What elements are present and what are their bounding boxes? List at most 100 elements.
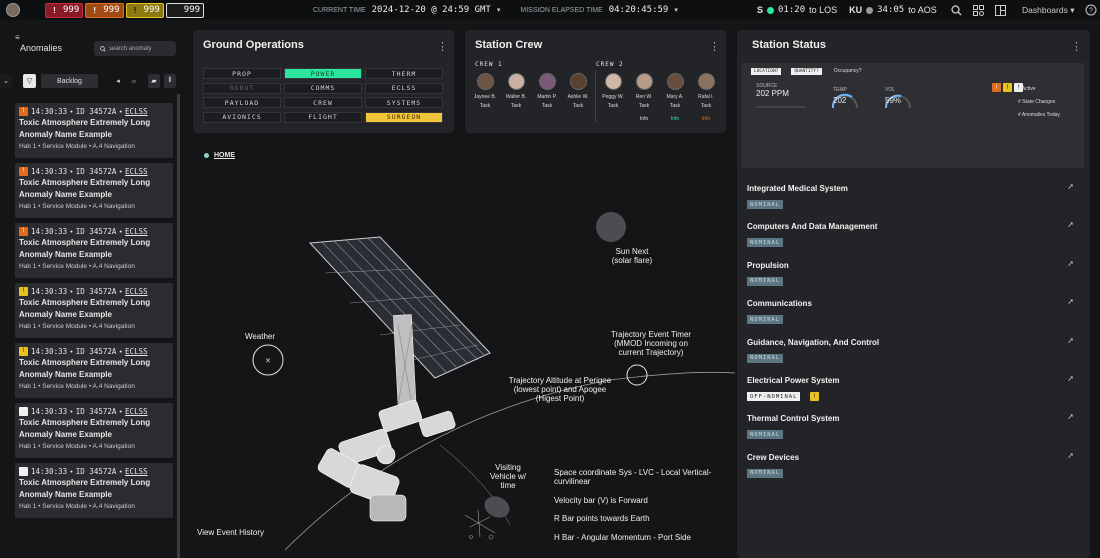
columns-icon[interactable]: ⫴ bbox=[164, 74, 176, 88]
system-row[interactable]: Guidance, Navigation, And Control ➚ NOMINA… bbox=[743, 333, 1080, 368]
ops-cell-flight[interactable]: FLIGHT bbox=[284, 111, 362, 123]
search-icon[interactable] bbox=[950, 4, 962, 16]
current-time-label: CURRENT TIME bbox=[313, 6, 366, 14]
alarm-counter[interactable]: 999 bbox=[165, 2, 205, 18]
view-event-history-link[interactable]: View Event History bbox=[197, 528, 277, 537]
ops-cell-crew[interactable]: CREW bbox=[284, 97, 362, 108]
svg-text:✕: ✕ bbox=[265, 357, 271, 365]
aos-status-dot bbox=[866, 6, 874, 14]
arrow-icon[interactable]: ➚ bbox=[1067, 374, 1074, 383]
alarm-counter[interactable]: ! 999 bbox=[125, 2, 164, 18]
help-icon[interactable]: ? bbox=[1085, 4, 1097, 16]
crew-member[interactable]: Rafal I. Task Info bbox=[692, 73, 720, 122]
ops-cell-prop[interactable]: PROP bbox=[203, 68, 281, 79]
dashboards-menu[interactable]: Dashboards ▾ bbox=[1022, 5, 1075, 16]
ops-cell-comms[interactable]: COMMS bbox=[284, 82, 362, 94]
apps-icon[interactable] bbox=[972, 4, 984, 16]
breadcrumb[interactable]: HOME bbox=[204, 152, 235, 159]
arrow-icon[interactable]: ➚ bbox=[1067, 259, 1074, 268]
crew-task: Task bbox=[510, 103, 522, 109]
anomaly-card[interactable]: ! 14:30:33 • ID 34572A • ECLSS Toxic Atmospher… bbox=[15, 283, 173, 338]
location-chip[interactable]: LOCATION? bbox=[751, 68, 782, 75]
ops-cell-surgeon[interactable]: SURGEON bbox=[365, 111, 443, 123]
crew-member[interactable]: Peggy W. Task bbox=[599, 73, 627, 109]
arrow-icon[interactable]: ➚ bbox=[1067, 220, 1074, 229]
user-avatar[interactable] bbox=[6, 3, 20, 17]
anomaly-system-link[interactable]: ECLSS bbox=[125, 407, 148, 416]
home-link[interactable]: HOME bbox=[214, 152, 235, 159]
more-options-icon[interactable]: ⋮ bbox=[709, 40, 720, 53]
anomaly-system-link[interactable]: ECLSS bbox=[125, 347, 148, 356]
anomaly-card[interactable]: 14:30:33 • ID 34572A • ECLSS Toxic Atmosphere… bbox=[15, 403, 173, 458]
status-badge: OFF-NOMINAL bbox=[747, 392, 801, 401]
more-options-icon[interactable]: ⋮ bbox=[1071, 40, 1082, 53]
chevron-down-icon[interactable]: ▾ bbox=[674, 6, 678, 14]
scrollbar[interactable] bbox=[177, 94, 180, 558]
layout-icon[interactable] bbox=[994, 4, 1006, 16]
anomaly-card[interactable]: ! 14:30:33 • ID 34572A • ECLSS Toxic Atmospher… bbox=[15, 343, 173, 398]
ops-cell-avionics[interactable]: AVIONICS bbox=[203, 111, 281, 123]
arrow-icon[interactable]: ➚ bbox=[1067, 297, 1074, 306]
alarm-count: 999 bbox=[63, 5, 80, 15]
search-anomaly-input[interactable]: search anomaly bbox=[94, 41, 176, 56]
anomaly-system-link[interactable]: ECLSS bbox=[125, 467, 148, 476]
arrow-icon[interactable]: ➚ bbox=[1067, 412, 1074, 421]
crew-member[interactable]: Walter B. Task bbox=[502, 73, 530, 109]
h-bar-label: H Bar - Angular Momentum - Port Side bbox=[554, 533, 691, 542]
status-badge: NOMINAL bbox=[747, 238, 784, 248]
anomaly-card[interactable]: ! 14:30:33 • ID 34572A • ECLSS Toxic Atmospher… bbox=[15, 103, 173, 158]
crew-member[interactable]: Ashlie W. Task bbox=[564, 73, 592, 109]
volume-icon[interactable]: ◂ bbox=[112, 74, 124, 88]
ppm-bar bbox=[756, 106, 806, 108]
anomaly-system-link[interactable]: ECLSS bbox=[125, 167, 148, 176]
brightness-icon[interactable]: ☼ bbox=[128, 74, 140, 88]
crew-task: Task bbox=[700, 103, 712, 109]
arrow-icon[interactable]: ➚ bbox=[1067, 451, 1074, 460]
anomaly-card[interactable]: 14:30:33 • ID 34572A • ECLSS Toxic Atmosphere… bbox=[15, 463, 173, 518]
system-row[interactable]: Computers And Data Management ➚ NOMINAL bbox=[743, 218, 1080, 253]
ops-cell-therm[interactable]: THERM bbox=[365, 68, 443, 79]
system-row[interactable]: Crew Devices ➚ NOMINAL bbox=[743, 448, 1080, 483]
ops-cell-eclss[interactable]: ECLSS bbox=[365, 82, 443, 94]
crew-info[interactable]: Info bbox=[661, 116, 689, 122]
system-row[interactable]: Propulsion ➚ NOMINAL bbox=[743, 256, 1080, 291]
humidity-value: 59% bbox=[885, 96, 902, 105]
crew-member[interactable]: Jaynee B. Task bbox=[471, 73, 499, 109]
anomaly-name: Toxic Atmosphere Extremely Long Anomaly … bbox=[19, 418, 151, 439]
system-row[interactable]: Integrated Medical System ➚ NOMINAL bbox=[743, 180, 1080, 214]
crew-member[interactable]: Martin P. Task bbox=[533, 73, 561, 109]
chevron-down-icon[interactable]: ▾ bbox=[497, 6, 501, 14]
source-metric: SOURCE 202 PPM bbox=[756, 83, 806, 108]
ops-cell-payload[interactable]: PAYLOAD bbox=[203, 97, 281, 108]
anomaly-system-link[interactable]: ECLSS bbox=[125, 107, 148, 116]
filter-icon[interactable]: ▽ bbox=[23, 74, 36, 88]
system-row[interactable]: Communications ➚ NOMINAL bbox=[743, 295, 1080, 330]
quantity-chip[interactable]: QUANTITY? bbox=[791, 68, 822, 75]
anomaly-system-link[interactable]: ECLSS bbox=[125, 287, 148, 296]
more-options-icon[interactable]: ⋮ bbox=[437, 40, 448, 53]
pill-icon[interactable]: ▰ bbox=[148, 74, 160, 88]
crew-info[interactable]: Info bbox=[692, 116, 720, 122]
ops-cell-robot[interactable]: ROBOT bbox=[203, 82, 281, 94]
ops-cell-power[interactable]: POWER bbox=[284, 68, 362, 79]
alarm-counter[interactable]: ! 999 bbox=[85, 2, 124, 18]
crew-info[interactable]: Info bbox=[630, 116, 658, 122]
alarm-counter[interactable]: ! 999 bbox=[45, 2, 84, 18]
anomaly-system-link[interactable]: ECLSS bbox=[125, 227, 148, 236]
anomaly-card[interactable]: ! 14:30:33 • ID 34572A • ECLSS Toxic Atmospher… bbox=[15, 163, 173, 218]
anomaly-card[interactable]: ! 14:30:33 • ID 34572A • ECLSS Toxic Atmospher… bbox=[15, 223, 173, 278]
alarm-count: 999 bbox=[183, 5, 201, 15]
arrow-icon[interactable]: ➚ bbox=[1067, 336, 1074, 345]
system-row[interactable]: Electrical Power System ➚ OFF-NOMINAL! bbox=[743, 372, 1080, 406]
crew-member[interactable]: Ren W. Task Info bbox=[630, 73, 658, 122]
backlog-button[interactable]: Backlog bbox=[41, 74, 98, 88]
ops-cell-systems[interactable]: SYSTEMS bbox=[365, 97, 443, 108]
anomaly-time: 14:30:33 bbox=[31, 226, 68, 236]
legend-state-changes: # State Changes bbox=[1018, 99, 1056, 105]
system-row[interactable]: Thermal Control System ➚ NOMINAL bbox=[743, 410, 1080, 445]
chevron-down-icon[interactable]: ⌄ bbox=[0, 74, 12, 88]
severity-icon: ! bbox=[19, 286, 28, 296]
menu-icon[interactable]: ≡ bbox=[15, 33, 20, 42]
crew-member[interactable]: Mary A. Task Info bbox=[661, 73, 689, 122]
arrow-icon[interactable]: ➚ bbox=[1067, 182, 1074, 191]
